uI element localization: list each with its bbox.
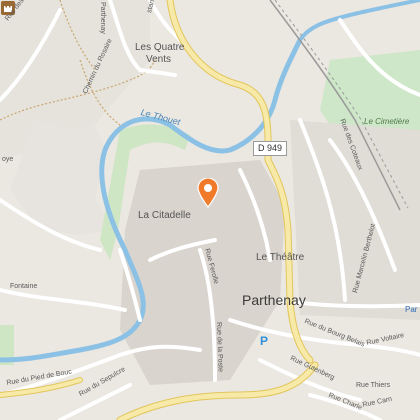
map-pin-icon[interactable] [197, 178, 219, 208]
place-label: La Citadelle [138, 210, 191, 221]
place-label: Les Quatre [135, 42, 185, 53]
map-base [0, 0, 420, 420]
place-label: Le Cimetière [364, 117, 410, 126]
road-shield-d949: D 949 [253, 141, 288, 156]
street-label: Rue Thiers [356, 382, 391, 389]
place-label: Par [405, 305, 418, 314]
street-label: oye [2, 156, 14, 163]
parking-icon: P [259, 334, 268, 348]
street-label: Fontaine [10, 283, 38, 290]
place-label: Le Théâtre [256, 252, 305, 263]
map-view[interactable]: P D 949 Rue des Ponts Parthenay stant Le… [0, 0, 420, 420]
city-label: Parthenay [242, 292, 306, 308]
place-label: Vents [146, 54, 172, 65]
street-label: Parthenay [99, 2, 106, 34]
